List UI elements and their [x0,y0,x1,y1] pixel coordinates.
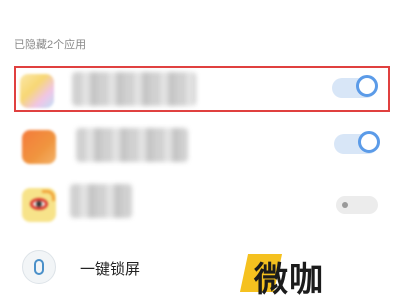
lock-icon-body [34,259,44,275]
weibo-arc [42,190,55,201]
toggle-knob [358,131,380,153]
blurred-app-name [70,184,132,218]
toggle-knob [356,75,378,97]
one-key-lock-label: 一键锁屏 [80,261,141,278]
lock-icon [22,250,56,284]
hide-toggle-on[interactable] [332,75,378,98]
hide-toggle-on[interactable] [334,131,380,154]
blurred-orange-app-icon [22,130,56,164]
blurred-app-icon [20,74,54,108]
hidden-apps-count-label: 已隐藏2个应用 [14,39,87,51]
toggle-knob [342,202,348,208]
app-row[interactable] [16,180,388,228]
hidden-app-row[interactable] [14,66,390,112]
hide-toggle-off[interactable] [336,196,378,214]
weibo-icon [22,188,56,222]
watermark-text: 微咖 [254,261,324,299]
blurred-app-name [76,128,188,162]
blurred-app-name [72,72,196,106]
weibo-pupil [36,201,42,207]
hidden-app-row[interactable] [16,122,388,170]
watermark-logo: 微咖 [239,250,356,299]
